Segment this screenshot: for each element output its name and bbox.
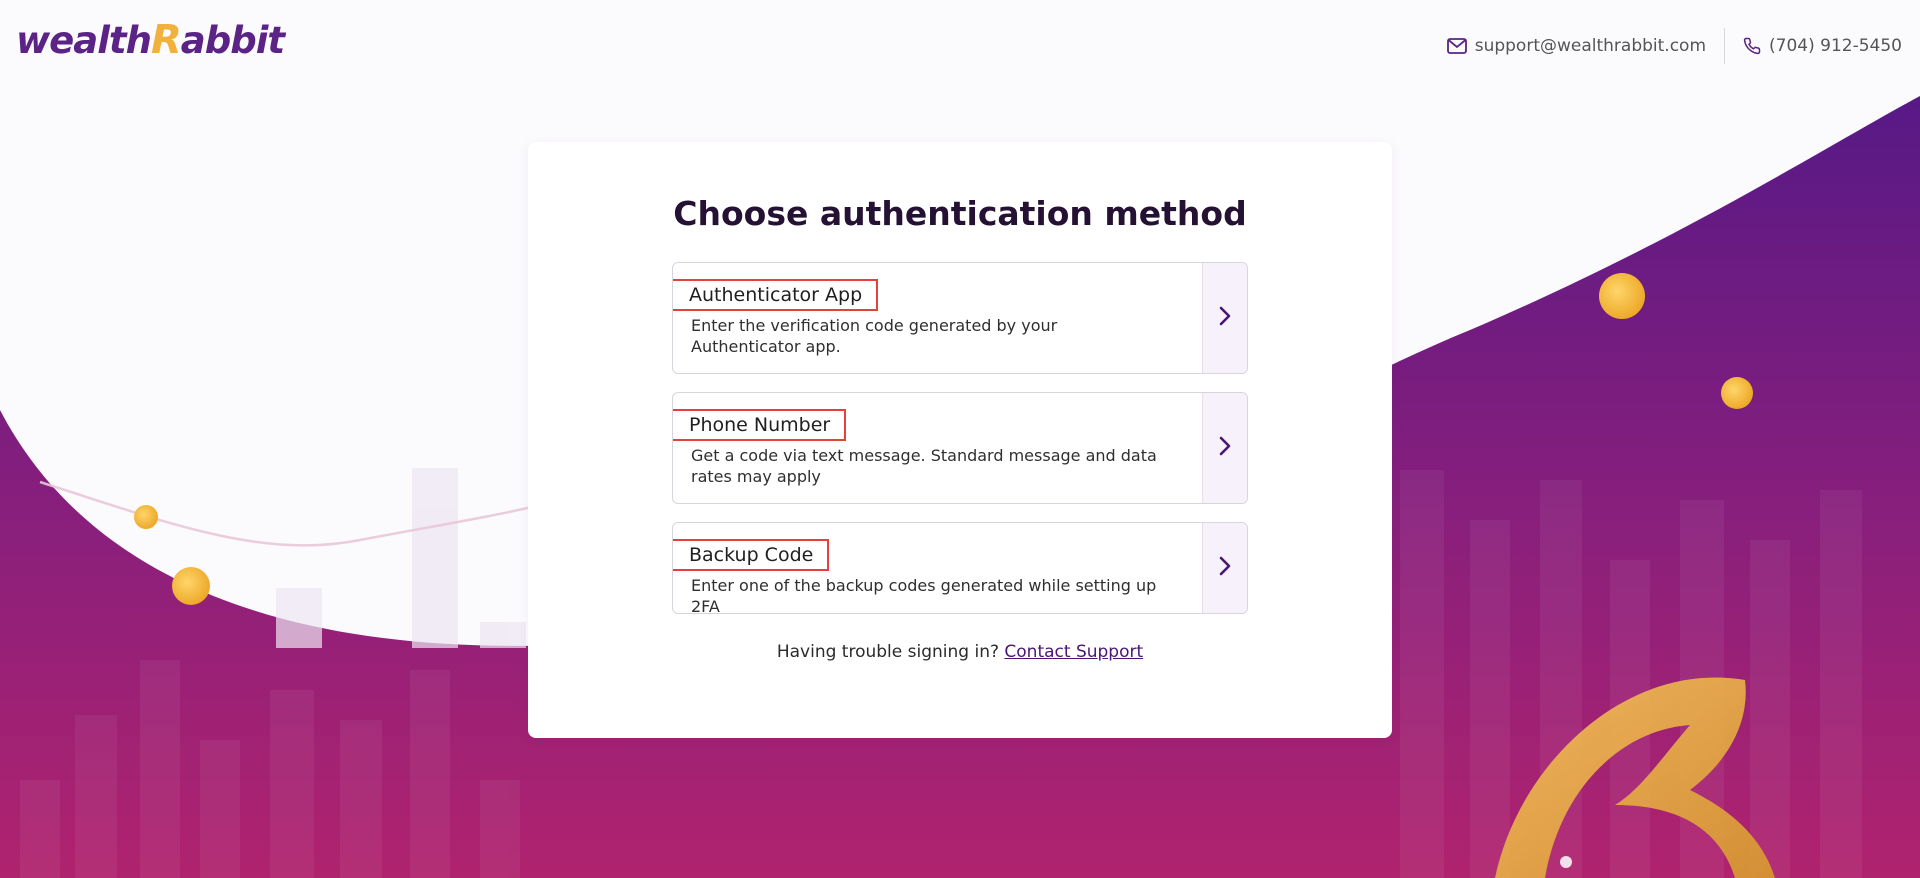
- chevron-right-icon: [1219, 556, 1231, 580]
- header-divider: [1724, 28, 1726, 64]
- support-email[interactable]: support@wealthrabbit.com: [1446, 36, 1707, 56]
- option-description: Get a code via text message. Standard me…: [691, 446, 1157, 486]
- brand-logo[interactable]: wealth Rabbit: [16, 16, 285, 64]
- phone-icon: [1743, 37, 1761, 55]
- option-title: Authenticator App: [673, 279, 879, 311]
- contact-support-link[interactable]: Contact Support: [1004, 642, 1143, 662]
- header-contact: support@wealthrabbit.com (704) 912-5450: [1446, 28, 1902, 64]
- chevron-right-icon: [1219, 306, 1231, 330]
- option-text: Authenticator App Enter the verification…: [673, 279, 1171, 357]
- option-arrow-button[interactable]: [1202, 263, 1247, 373]
- option-text: Phone Number Get a code via text message…: [673, 409, 1171, 487]
- logo-rabbit-mark: R: [150, 17, 182, 63]
- option-arrow-button[interactable]: [1202, 393, 1247, 503]
- option-text: Backup Code Enter one of the backup code…: [673, 539, 1171, 614]
- option-description: Enter the verification code generated by…: [691, 316, 1058, 356]
- trouble-text: Having trouble signing in?: [776, 642, 999, 662]
- chevron-right-icon: [1219, 436, 1231, 460]
- logo-text-prefix: wealth: [16, 18, 152, 62]
- option-arrow-button[interactable]: [1202, 523, 1247, 613]
- option-backup-code[interactable]: Backup Code Enter one of the backup code…: [672, 522, 1248, 614]
- mail-icon: [1446, 38, 1467, 54]
- logo-text-suffix: abbit: [180, 18, 285, 62]
- page-title: Choose authentication method: [673, 194, 1247, 233]
- option-authenticator-app[interactable]: Authenticator App Enter the verification…: [672, 262, 1248, 374]
- support-email-text: support@wealthrabbit.com: [1474, 36, 1707, 56]
- auth-method-card: Choose authentication method Authenticat…: [528, 142, 1392, 738]
- option-title: Phone Number: [673, 409, 847, 441]
- page: wealth Rabbit support@wealthrabbit.com (7…: [0, 0, 1920, 878]
- trouble-signing-in: Having trouble signing in? Contact Suppo…: [528, 642, 1392, 662]
- option-description: Enter one of the backup codes generated …: [691, 576, 1157, 614]
- option-title: Backup Code: [673, 539, 830, 571]
- support-phone-text: (704) 912-5450: [1769, 36, 1902, 56]
- option-phone-number[interactable]: Phone Number Get a code via text message…: [672, 392, 1248, 504]
- support-phone[interactable]: (704) 912-5450: [1743, 36, 1902, 56]
